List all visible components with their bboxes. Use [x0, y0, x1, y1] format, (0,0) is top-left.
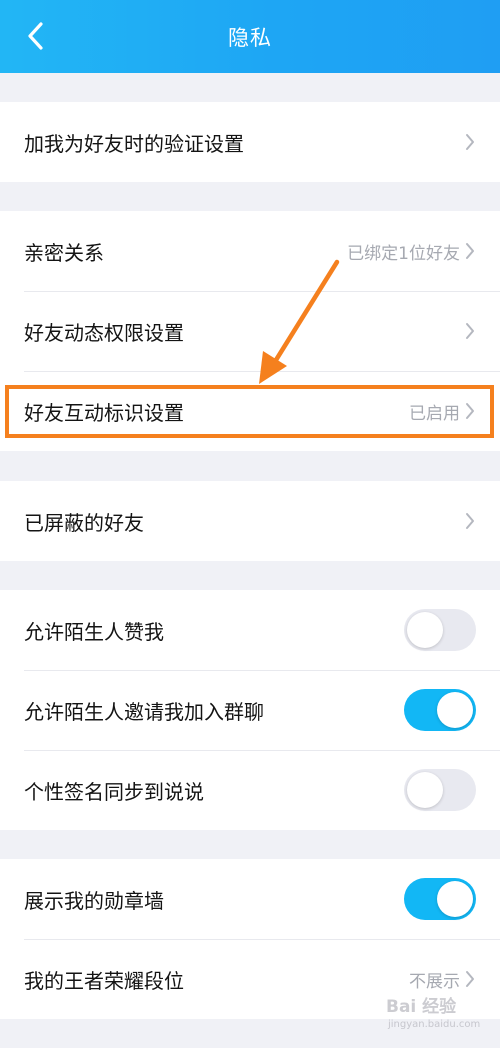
watermark-logo: Bai 经验 [386, 997, 457, 1017]
toggle-switch[interactable] [404, 689, 476, 731]
chevron-right-icon [464, 132, 476, 152]
row-label: 加我为好友时的验证设置 [24, 131, 244, 156]
row-value: 不展示 [409, 971, 460, 992]
row-label: 好友动态权限设置 [24, 320, 184, 345]
chevron-right-icon [464, 511, 476, 531]
row-label: 亲密关系 [24, 240, 104, 265]
nav-header: 隐私 [0, 0, 500, 73]
row-intimate-relationship[interactable]: 亲密关系 已绑定1位好友 [0, 211, 500, 291]
toggle-knob [407, 612, 443, 648]
row-label: 允许陌生人赞我 [24, 619, 164, 644]
watermark-url: jingyan.baidu.com [388, 1019, 481, 1030]
group-friends: 亲密关系 已绑定1位好友 好友动态权限设置 好友互动标识设置 已启用 [0, 211, 500, 451]
row-verify-settings[interactable]: 加我为好友时的验证设置 [0, 102, 500, 182]
chevron-right-icon [464, 241, 476, 261]
group-display: 展示我的勋章墙 我的王者荣耀段位 不展示 [0, 859, 500, 1019]
row-label: 好友互动标识设置 [24, 400, 184, 425]
row-allow-stranger-group-invite: 允许陌生人邀请我加入群聊 [0, 670, 500, 750]
row-label: 个性签名同步到说说 [24, 779, 204, 804]
chevron-right-icon [464, 401, 476, 421]
row-label: 展示我的勋章墙 [24, 888, 164, 913]
toggle-switch[interactable] [404, 769, 476, 811]
row-signature-sync: 个性签名同步到说说 [0, 750, 500, 830]
row-label: 已屏蔽的好友 [24, 510, 144, 535]
back-button[interactable] [18, 18, 54, 54]
row-friend-interaction-badge[interactable]: 好友互动标识设置 已启用 [0, 371, 500, 451]
toggle-knob [437, 881, 473, 917]
watermark: Bai 经验 jingyan.baidu.com [386, 996, 496, 1042]
group-strangers: 允许陌生人赞我 允许陌生人邀请我加入群聊 个性签名同步到说说 [0, 590, 500, 830]
row-allow-stranger-likes: 允许陌生人赞我 [0, 590, 500, 670]
group-verify: 加我为好友时的验证设置 [0, 102, 500, 182]
row-blocked-friends[interactable]: 已屏蔽的好友 [0, 481, 500, 561]
page-title: 隐私 [228, 25, 272, 50]
toggle-knob [407, 772, 443, 808]
row-show-medal-wall: 展示我的勋章墙 [0, 859, 500, 939]
chevron-right-icon [464, 969, 476, 989]
row-friend-feed-permissions[interactable]: 好友动态权限设置 [0, 291, 500, 371]
toggle-switch[interactable] [404, 878, 476, 920]
group-blocked: 已屏蔽的好友 [0, 481, 500, 561]
row-value: 已绑定1位好友 [347, 243, 460, 264]
row-label: 我的王者荣耀段位 [24, 968, 184, 993]
chevron-right-icon [464, 321, 476, 341]
chevron-left-icon [28, 22, 43, 50]
toggle-switch[interactable] [404, 609, 476, 651]
toggle-knob [437, 692, 473, 728]
row-label: 允许陌生人邀请我加入群聊 [24, 699, 264, 724]
row-value: 已启用 [409, 403, 460, 424]
